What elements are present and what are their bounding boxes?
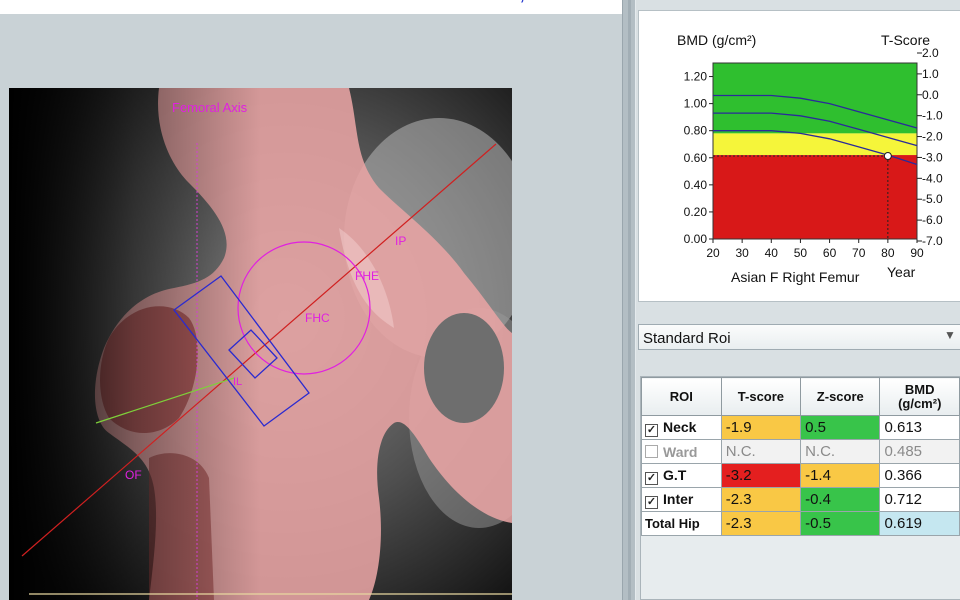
chart-left-ticks: 0.00 0.20 0.40 0.60 0.80 1.00 1.20 [684, 70, 713, 246]
x-tick-label: 70 [852, 246, 866, 260]
chart-caption: Asian F Right Femur [731, 269, 860, 285]
y-right-tick-label: 2.0 [922, 46, 939, 60]
table-row: ✓ Inter -2.3 -0.4 0.712 [641, 487, 960, 512]
table-row: Total Hip -2.3 -0.5 0.619 [641, 511, 960, 536]
chart-x-ticks: 20 30 40 50 60 70 80 90 [706, 239, 924, 260]
zscore-cell: -0.4 [800, 487, 881, 512]
col-tscore[interactable]: T-score [720, 377, 802, 416]
y-left-tick-label: 1.20 [684, 70, 708, 84]
roi-cell-gt[interactable]: ✓ G.T [641, 463, 722, 488]
x-tick-label: 50 [794, 246, 808, 260]
chevron-down-icon[interactable]: ▼ [944, 328, 960, 346]
pane-splitter[interactable] [622, 0, 636, 600]
chart-zones [713, 63, 917, 239]
x-tick-label: 80 [881, 246, 895, 260]
y-right-tick-label: -7.0 [922, 234, 943, 248]
results-header-row: ROI T-score Z-score BMD (g/cm²) [641, 377, 960, 416]
checkbox-gt[interactable]: ✓ [645, 471, 658, 485]
y-left-tick-label: 0.00 [684, 232, 708, 246]
bmd-chart-svg: BMD (g/cm²) T-Score 0.000.200.400.600.80… [677, 32, 943, 285]
bmd-cell: 0.485 [879, 439, 960, 464]
zscore-cell: N.C. [800, 439, 881, 464]
y-right-tick-label: -3.0 [922, 150, 943, 164]
results-table: ROI T-score Z-score BMD (g/cm²) ✓ Neck -1… [641, 377, 960, 536]
table-row: Ward N.C. N.C. 0.485 [641, 439, 960, 464]
label-fhe: FHE [355, 269, 379, 283]
tscore-cell: N.C. [720, 439, 802, 464]
checkbox-neck[interactable]: ✓ [645, 423, 658, 437]
bmd-reference-chart: BMD (g/cm²) T-Score 0.00 0.20 0.40 0.60 0.80… [638, 10, 960, 302]
x-tick-label: 40 [765, 246, 779, 260]
chart-right-ticks: -7.0 -6.0 -5.0 -4.0 -3.0 -2.0 -1.0 0.0 1.0 2.0 [917, 46, 943, 248]
chart-x-axis-title: Year [887, 264, 916, 280]
roi-name: Ward [663, 443, 698, 460]
results-table-container: ROI T-score Z-score BMD (g/cm²) ✓ Neck -1… [640, 376, 960, 600]
roi-dropdown[interactable]: Standard Roi ▼ [638, 324, 960, 350]
bmd-cell: 0.619 [879, 511, 960, 536]
chart-left-axis-title: BMD (g/cm²) [677, 32, 756, 48]
y-right-tick-label: -6.0 [922, 213, 943, 227]
bmd-cell: 0.712 [879, 487, 960, 512]
splitter-grip[interactable] [628, 0, 631, 600]
y-right-tick-label: 0.0 [922, 88, 939, 102]
col-bmd[interactable]: BMD (g/cm²) [879, 377, 960, 416]
patient-point [883, 152, 892, 161]
y-right-tick-label: -4.0 [922, 171, 943, 185]
x-tick-label: 90 [910, 246, 924, 260]
roi-name: Inter [663, 490, 694, 507]
col-roi[interactable]: ROI [641, 377, 722, 416]
y-right-tick-label: -5.0 [922, 192, 943, 206]
y-left-tick-label: 1.00 [684, 97, 708, 111]
hip-scan-image[interactable]: Femoral Axis IP FHE FHC IL OF [9, 88, 512, 600]
bmd-cell: 0.366 [879, 463, 960, 488]
label-femoral-axis: Femoral Axis [172, 100, 248, 115]
roi-cell-ward[interactable]: Ward [641, 439, 722, 464]
x-tick-label: 30 [735, 246, 749, 260]
y-left-tick-label: 0.40 [684, 178, 708, 192]
label-fhc: FHC [305, 311, 330, 325]
zscore-cell: 0.5 [800, 415, 881, 440]
y-right-tick-label: -2.0 [922, 130, 943, 144]
title-glyph-1: ’ [520, 0, 525, 13]
results-pane: BMD (g/cm²) T-Score 0.00 0.20 0.40 0.60 0.80… [636, 0, 960, 600]
x-tick-label: 20 [706, 246, 720, 260]
checkbox-ward[interactable] [645, 444, 658, 458]
table-row: ✓ G.T -3.2 -1.4 0.366 [641, 463, 960, 488]
y-right-tick-label: 1.0 [922, 67, 939, 81]
y-right-tick-label: -1.0 [922, 109, 943, 123]
roi-cell-neck[interactable]: ✓ Neck [641, 415, 722, 440]
zscore-cell: -0.5 [800, 511, 881, 536]
label-il: IL [233, 376, 242, 388]
zone-red [713, 155, 917, 239]
tscore-cell: -2.3 [720, 511, 802, 536]
scan-left-shadow [9, 88, 512, 600]
y-left-tick-label: 0.60 [684, 151, 708, 165]
hip-scan-svg: Femoral Axis IP FHE FHC IL OF [9, 88, 512, 600]
x-tick-label: 60 [823, 246, 837, 260]
roi-cell-inter[interactable]: ✓ Inter [641, 487, 722, 512]
col-zscore[interactable]: Z-score [800, 377, 881, 416]
label-of: OF [125, 468, 142, 482]
zone-green [713, 63, 917, 134]
roi-name: Neck [663, 418, 697, 435]
roi-name: G.T [663, 466, 687, 483]
tscore-cell: -1.9 [720, 415, 802, 440]
checkbox-inter[interactable]: ✓ [645, 495, 658, 509]
roi-dropdown-value: Standard Roi [643, 330, 731, 347]
table-row: ✓ Neck -1.9 0.5 0.613 [641, 415, 960, 440]
bmd-cell: 0.613 [879, 415, 960, 440]
label-ip: IP [395, 234, 406, 248]
zscore-cell: -1.4 [800, 463, 881, 488]
y-left-tick-label: 0.20 [684, 205, 708, 219]
y-left-tick-label: 0.80 [684, 124, 708, 138]
tscore-cell: -2.3 [720, 487, 802, 512]
tscore-cell: -3.2 [720, 463, 802, 488]
roi-cell-total-hip: Total Hip [641, 511, 722, 536]
